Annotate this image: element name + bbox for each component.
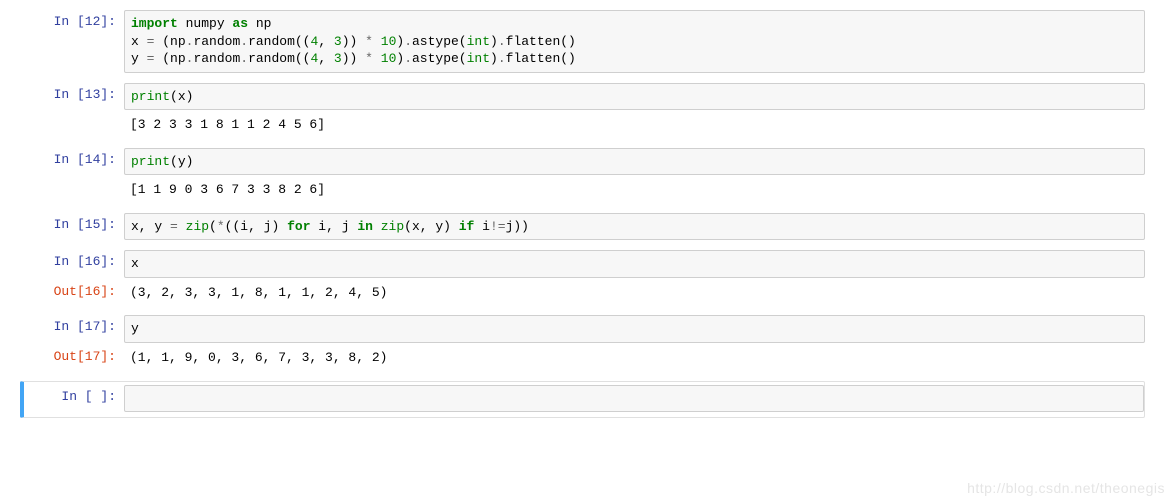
output-17: (1, 1, 9, 0, 3, 6, 7, 3, 3, 8, 2)	[124, 345, 1145, 371]
prompt-empty-14	[28, 177, 124, 203]
code-cell-13: In [13]: print(x)	[28, 83, 1145, 111]
prompt-out-16: Out[16]:	[28, 280, 124, 306]
code-input-16[interactable]: x	[124, 250, 1145, 278]
prompt-in-15: In [15]:	[28, 213, 124, 241]
code-input-15[interactable]: x, y = zip(*((i, j) for i, j in zip(x, y…	[124, 213, 1145, 241]
code-cell-empty: In [ ]:	[28, 385, 1144, 413]
code-input-14[interactable]: print(y)	[124, 148, 1145, 176]
selected-cell[interactable]: In [ ]:	[20, 381, 1145, 419]
code-input-12[interactable]: import numpy as np x = (np.random.random…	[124, 10, 1145, 73]
output-cell-14: [1 1 9 0 3 6 7 3 3 8 2 6]	[28, 177, 1145, 203]
output-cell-17: Out[17]: (1, 1, 9, 0, 3, 6, 7, 3, 3, 8, …	[28, 345, 1145, 371]
code-cell-12: In [12]: import numpy as np x = (np.rand…	[28, 10, 1145, 73]
code-cell-17: In [17]: y	[28, 315, 1145, 343]
output-cell-13: [3 2 3 3 1 8 1 1 2 4 5 6]	[28, 112, 1145, 138]
code-input-17[interactable]: y	[124, 315, 1145, 343]
code-input-13[interactable]: print(x)	[124, 83, 1145, 111]
code-cell-16: In [16]: x	[28, 250, 1145, 278]
prompt-in-14: In [14]:	[28, 148, 124, 176]
prompt-in-16: In [16]:	[28, 250, 124, 278]
prompt-empty-13	[28, 112, 124, 138]
code-cell-14: In [14]: print(y)	[28, 148, 1145, 176]
watermark-text: http://blog.csdn.net/theonegis	[967, 480, 1165, 496]
prompt-in-12: In [12]:	[28, 10, 124, 73]
output-14: [1 1 9 0 3 6 7 3 3 8 2 6]	[124, 177, 1145, 203]
output-16: (3, 2, 3, 3, 1, 8, 1, 1, 2, 4, 5)	[124, 280, 1145, 306]
code-cell-15: In [15]: x, y = zip(*((i, j) for i, j in…	[28, 213, 1145, 241]
code-input-empty[interactable]	[124, 385, 1144, 413]
prompt-in-empty: In [ ]:	[28, 385, 124, 413]
prompt-in-17: In [17]:	[28, 315, 124, 343]
prompt-in-13: In [13]:	[28, 83, 124, 111]
output-cell-16: Out[16]: (3, 2, 3, 3, 1, 8, 1, 1, 2, 4, …	[28, 280, 1145, 306]
prompt-out-17: Out[17]:	[28, 345, 124, 371]
output-13: [3 2 3 3 1 8 1 1 2 4 5 6]	[124, 112, 1145, 138]
